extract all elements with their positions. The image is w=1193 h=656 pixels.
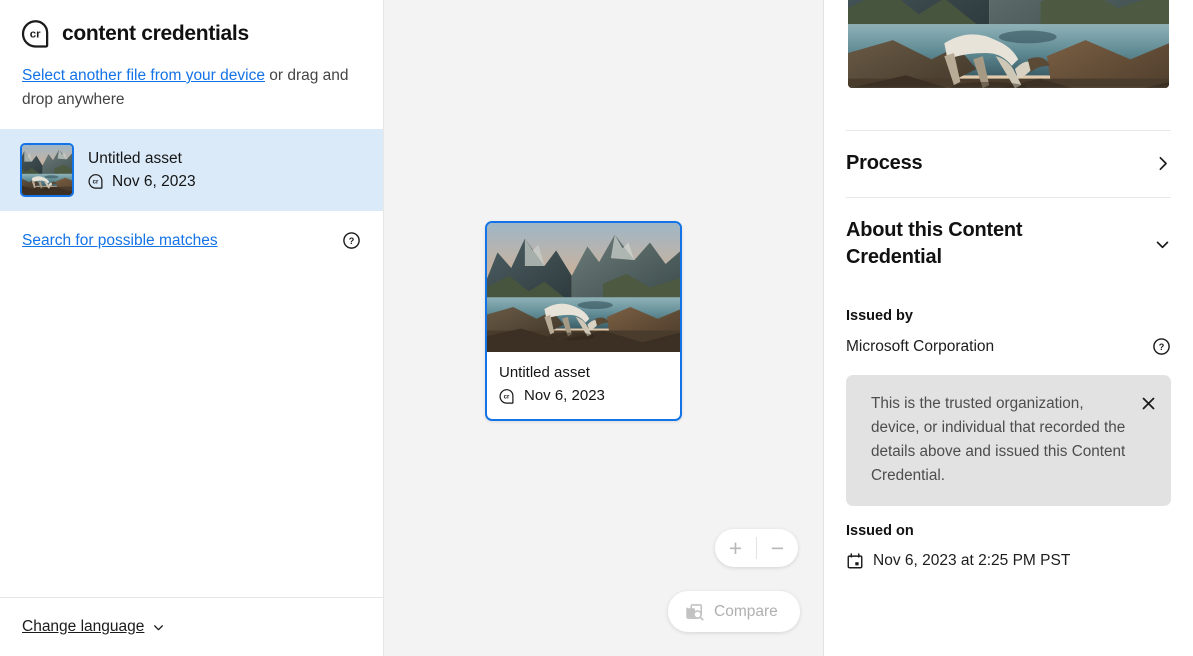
change-language-link[interactable]: Change language (22, 618, 144, 636)
zoom-in-button[interactable]: + (715, 529, 756, 567)
sidebar-spacer (0, 250, 383, 597)
sidebar: content credentials Select another file … (0, 0, 384, 656)
section-about-title: About this Content Credential (846, 217, 1096, 271)
issued-by-value: Microsoft Corporation (846, 338, 994, 356)
asset-preview-caption: Untitled asset Nov 6, 2023 (487, 352, 680, 419)
section-about-credential[interactable]: About this Content Credential (846, 198, 1171, 291)
dropzone-instructions: Select another file from your device or … (0, 50, 383, 112)
card-title: Untitled asset (499, 362, 668, 384)
details-panel: Process About this Content Credential Is… (824, 0, 1193, 656)
panel-hero-image-area (824, 0, 1193, 100)
issued-by-field: Issued by Microsoft Corporation (846, 291, 1171, 356)
hero-asset-image (848, 0, 1169, 88)
help-circle-icon[interactable] (1152, 337, 1171, 356)
card-date-row: Nov 6, 2023 (499, 385, 668, 407)
issued-by-label: Issued by (846, 308, 1171, 324)
card-date-text: Nov 6, 2023 (524, 385, 605, 407)
cr-badge-icon (88, 173, 105, 190)
asset-meta: Untitled asset Nov 6, 2023 (88, 149, 196, 192)
section-process[interactable]: Process (846, 131, 1171, 197)
search-matches-row: Search for possible matches (0, 211, 383, 250)
zoom-controls: + − (715, 529, 798, 567)
close-x-icon[interactable] (1141, 396, 1156, 411)
asset-date-row: Nov 6, 2023 (88, 172, 196, 192)
issued-on-value-row: Nov 6, 2023 at 2:25 PM PST (846, 552, 1171, 570)
panel-body: Process About this Content Credential Is… (824, 130, 1193, 570)
hero-fade-overlay (824, 86, 1193, 100)
cr-badge-icon (499, 388, 516, 405)
sidebar-asset-item[interactable]: Untitled asset Nov 6, 2023 (0, 129, 383, 211)
app-root: content credentials Select another file … (0, 0, 1193, 656)
compare-label: Compare (714, 603, 778, 621)
preview-canvas: Untitled asset Nov 6, 2023 + − Compare (384, 0, 824, 656)
brand: content credentials (0, 0, 383, 50)
section-process-title: Process (846, 150, 922, 177)
chevron-down-icon[interactable] (1154, 236, 1171, 253)
issued-on-value: Nov 6, 2023 at 2:25 PM PST (873, 552, 1070, 570)
select-file-link[interactable]: Select another file from your device (22, 67, 265, 84)
issued-by-value-row: Microsoft Corporation (846, 337, 1171, 356)
sidebar-footer: Change language (0, 597, 383, 656)
cr-logo-icon (21, 18, 53, 50)
asset-title: Untitled asset (88, 149, 196, 169)
compare-button[interactable]: Compare (668, 591, 800, 632)
chevron-right-icon[interactable] (1154, 155, 1171, 172)
details-panel-scroll[interactable]: Process About this Content Credential Is… (824, 0, 1193, 656)
search-possible-matches-link[interactable]: Search for possible matches (22, 232, 218, 250)
brand-title: content credentials (62, 22, 249, 46)
tooltip-text: This is the trusted organization, device… (871, 392, 1129, 488)
issued-by-tooltip: This is the trusted organization, device… (846, 375, 1171, 506)
asset-preview-image (487, 223, 680, 352)
chevron-down-icon[interactable] (152, 621, 165, 634)
compare-icon (685, 602, 705, 622)
asset-preview-card[interactable]: Untitled asset Nov 6, 2023 (485, 221, 682, 421)
zoom-out-button[interactable]: − (757, 529, 798, 567)
asset-thumbnail (20, 143, 74, 197)
issued-on-label: Issued on (846, 523, 1171, 539)
issued-on-field: Issued on Nov 6, 2023 at 2:25 PM PST (846, 506, 1171, 570)
help-circle-icon[interactable] (342, 231, 361, 250)
asset-date-text: Nov 6, 2023 (112, 172, 196, 192)
calendar-icon (846, 552, 864, 570)
